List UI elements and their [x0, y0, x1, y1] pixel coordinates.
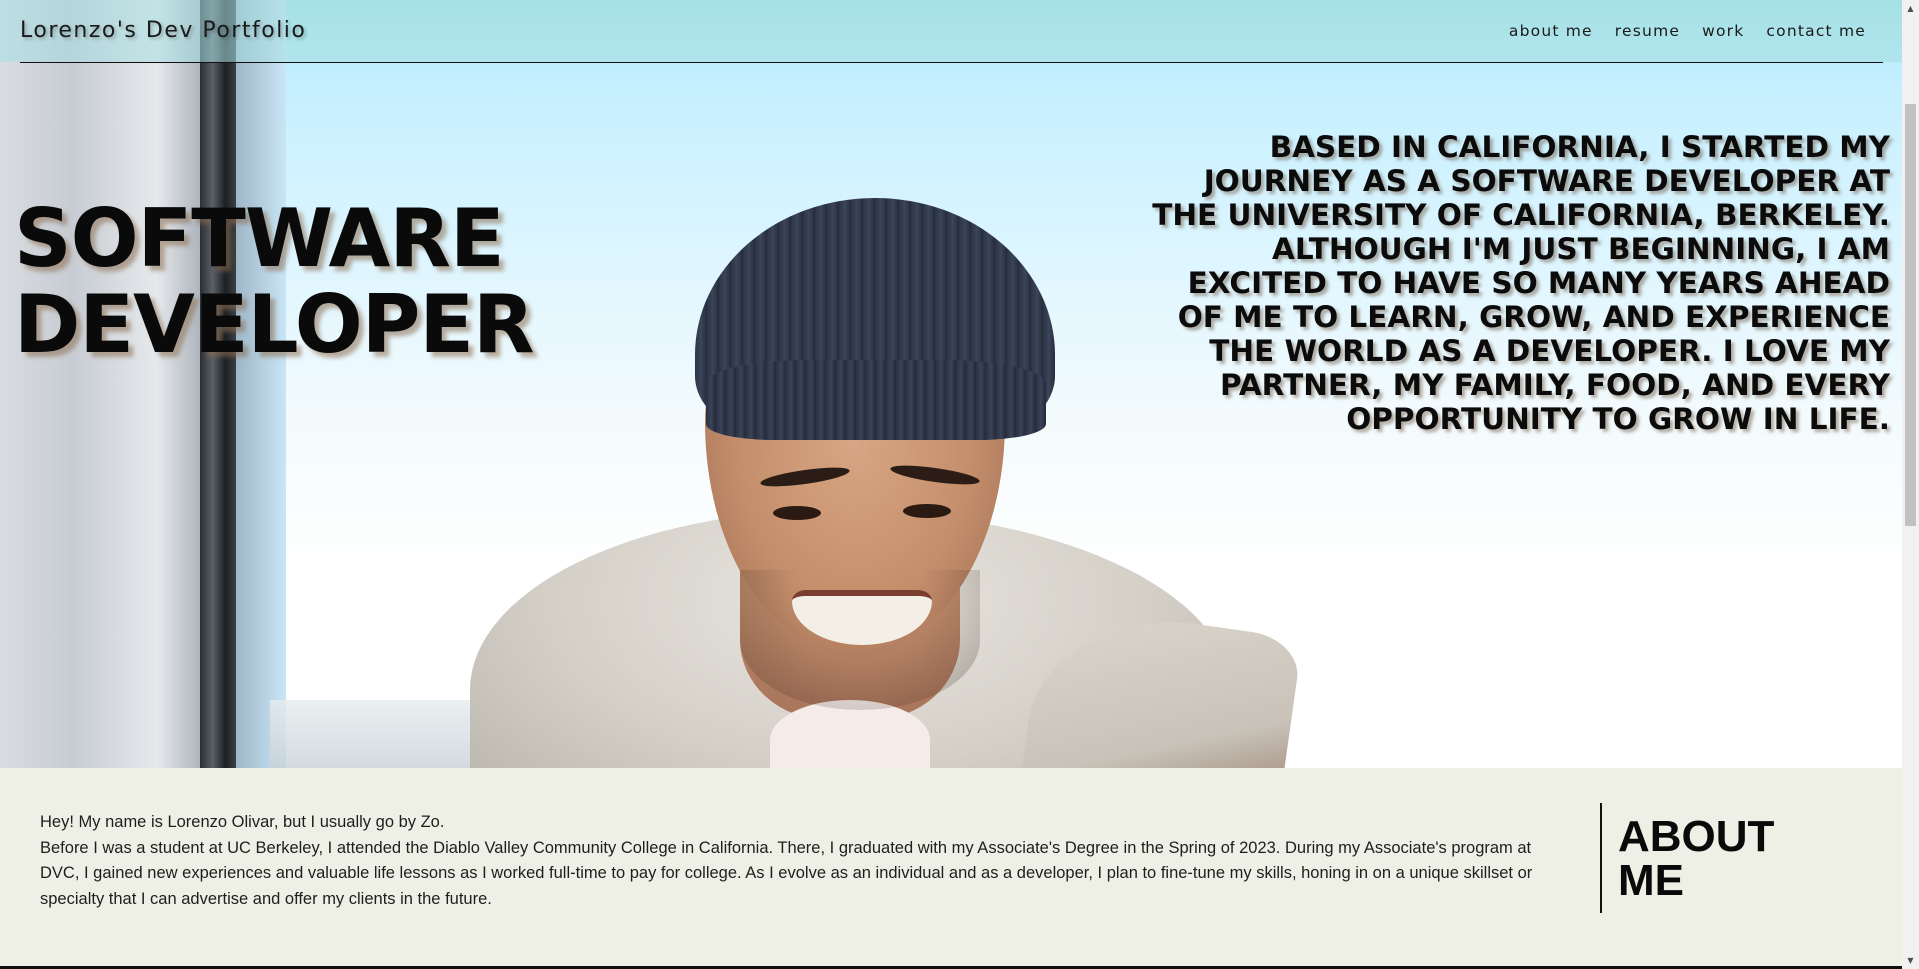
about-section: Hey! My name is Lorenzo Olivar, but I us… — [0, 768, 1902, 969]
hero-section: SOFTWARE DEVELOPER Based in California, … — [0, 0, 1902, 768]
nav-link-work[interactable]: work — [1702, 22, 1744, 40]
right-eye-shape — [903, 504, 951, 518]
window-edge-image — [236, 0, 286, 768]
nav-link-about-me[interactable]: about me — [1509, 22, 1593, 40]
about-heading-line-2: ME — [1618, 856, 1684, 905]
brand-title[interactable]: Lorenzo's Dev Portfolio — [20, 18, 306, 43]
about-body: Before I was a student at UC Berkeley, I… — [40, 838, 1533, 908]
hero-title-line-2: DEVELOPER — [14, 278, 535, 371]
about-intro: Hey! My name is Lorenzo Olivar, but I us… — [40, 813, 445, 831]
hero-blurb: Based in California, I started my journe… — [1152, 130, 1890, 436]
scroll-up-arrow-icon[interactable]: ▲ — [1902, 0, 1919, 17]
vertical-scrollbar[interactable]: ▲ ▼ — [1902, 0, 1919, 969]
scroll-down-arrow-icon[interactable]: ▼ — [1902, 952, 1919, 969]
top-navbar: Lorenzo's Dev Portfolio about me resume … — [0, 0, 1902, 62]
about-heading-block: ABOUT ME — [1600, 803, 1800, 913]
nav-link-contact-me[interactable]: contact me — [1766, 22, 1866, 40]
nav-divider — [20, 62, 1883, 63]
page: SOFTWARE DEVELOPER Based in California, … — [0, 0, 1902, 969]
left-eye-shape — [773, 506, 821, 520]
hero-title: SOFTWARE DEVELOPER — [14, 192, 535, 371]
nav-links: about me resume work contact me — [1509, 22, 1866, 40]
hero-title-line-1: SOFTWARE — [14, 192, 505, 285]
beanie-cuff-shape — [706, 360, 1046, 440]
nav-link-resume[interactable]: resume — [1615, 22, 1680, 40]
about-text: Hey! My name is Lorenzo Olivar, but I us… — [40, 810, 1550, 912]
scroll-thumb[interactable] — [1905, 104, 1916, 526]
about-heading-line-1: ABOUT — [1618, 812, 1775, 861]
about-heading: ABOUT ME — [1618, 803, 1800, 903]
window-bar-image — [200, 0, 236, 768]
